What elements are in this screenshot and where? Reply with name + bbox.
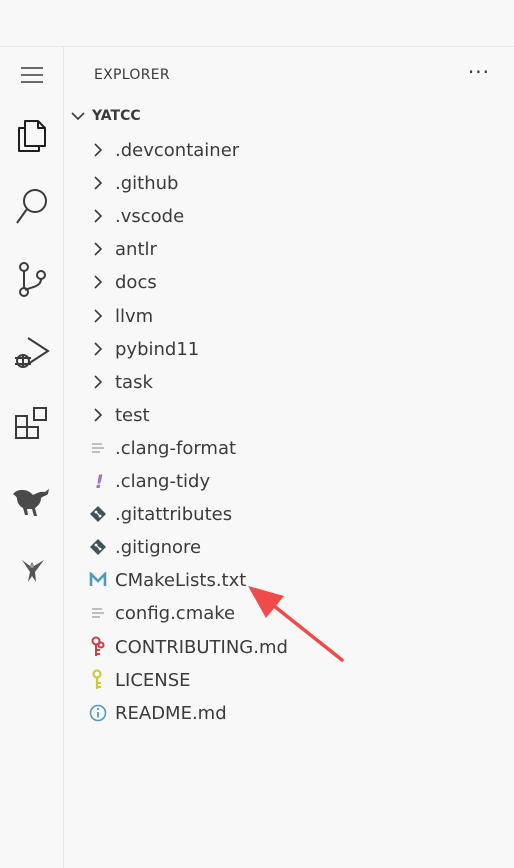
extensions-icon[interactable]	[0, 399, 63, 449]
source-control-icon[interactable]	[0, 254, 63, 304]
tree-item-label: README.md	[115, 702, 227, 724]
chevron-right-icon	[88, 372, 108, 392]
tree-folder-vscode[interactable]: .vscode	[88, 201, 488, 231]
tree-folder-docs[interactable]: docs	[88, 267, 488, 297]
tree-root-yatcc[interactable]: YATCC	[70, 104, 141, 128]
chevron-down-icon	[70, 108, 86, 124]
menu-icon[interactable]	[0, 61, 63, 89]
chevron-right-icon	[88, 272, 108, 292]
tree-file-gitattributes[interactable]: .gitattributes	[88, 499, 488, 529]
git-diamond-icon	[88, 537, 108, 557]
tree-item-label: .github	[115, 172, 179, 194]
chevron-right-icon	[88, 173, 108, 193]
exclamation-icon: !	[88, 471, 108, 491]
tree-folder-github[interactable]: .github	[88, 168, 488, 198]
kangaroo-icon[interactable]	[0, 475, 63, 525]
tree-item-label: .clang-format	[115, 437, 237, 459]
tree-folder-test[interactable]: test	[88, 400, 488, 430]
tree-item-label: test	[115, 404, 150, 426]
tree-item-label: pybind11	[115, 338, 200, 360]
text-lines-icon	[88, 438, 108, 458]
tree-file-readme-md[interactable]: README.md	[88, 698, 488, 728]
chevron-right-icon	[88, 239, 108, 259]
red-key-icon	[88, 636, 108, 657]
search-icon[interactable]	[0, 182, 63, 232]
explorer-files-icon[interactable]	[0, 110, 63, 160]
git-diamond-icon	[88, 504, 108, 524]
tree-item-label: .gitattributes	[115, 503, 233, 525]
tree-item-label: antlr	[115, 238, 157, 260]
tree-item-label: CMakeLists.txt	[115, 569, 247, 591]
root-folder-label: YATCC	[92, 108, 141, 124]
chevron-right-icon	[88, 206, 108, 226]
run-debug-icon[interactable]	[0, 327, 63, 377]
info-circle-icon	[88, 703, 108, 723]
chevron-right-icon	[88, 306, 108, 326]
tree-folder-devcontainer[interactable]: .devcontainer	[88, 135, 488, 165]
tree-item-label: .vscode	[115, 205, 185, 227]
activity-bar	[0, 47, 64, 868]
chevron-right-icon	[88, 339, 108, 359]
tree-item-label: .clang-tidy	[115, 470, 211, 492]
tree-file-clang-format[interactable]: .clang-format	[88, 433, 488, 463]
text-lines-icon	[88, 603, 108, 623]
more-actions-button[interactable]: ···	[468, 60, 490, 84]
yellow-key-icon	[88, 669, 108, 690]
annotation-arrow	[240, 576, 350, 672]
explorer-sidebar: EXPLORER ··· YATCC .devcontainer .github.…	[64, 47, 514, 868]
title-bar	[0, 0, 514, 47]
tree-item-label: .devcontainer	[115, 139, 240, 161]
bird-icon[interactable]	[0, 547, 63, 595]
tree-item-label: llvm	[115, 305, 154, 327]
tree-folder-pybind11[interactable]: pybind11	[88, 334, 488, 364]
tree-item-label: .gitignore	[115, 536, 202, 558]
tree-item-label: config.cmake	[115, 602, 236, 624]
chevron-right-icon	[88, 140, 108, 160]
chevron-right-icon	[88, 405, 108, 425]
tree-folder-task[interactable]: task	[88, 367, 488, 397]
tree-item-label: task	[115, 371, 153, 393]
cmake-m-icon	[88, 570, 108, 590]
tree-item-label: docs	[115, 271, 157, 293]
explorer-title: EXPLORER	[94, 67, 170, 83]
tree-file-clang-tidy[interactable]: ! .clang-tidy	[88, 466, 488, 496]
tree-file-gitignore[interactable]: .gitignore	[88, 532, 488, 562]
tree-folder-llvm[interactable]: llvm	[88, 301, 488, 331]
tree-item-label: LICENSE	[115, 669, 191, 691]
svg-text:!: !	[95, 471, 104, 491]
tree-folder-antlr[interactable]: antlr	[88, 234, 488, 264]
